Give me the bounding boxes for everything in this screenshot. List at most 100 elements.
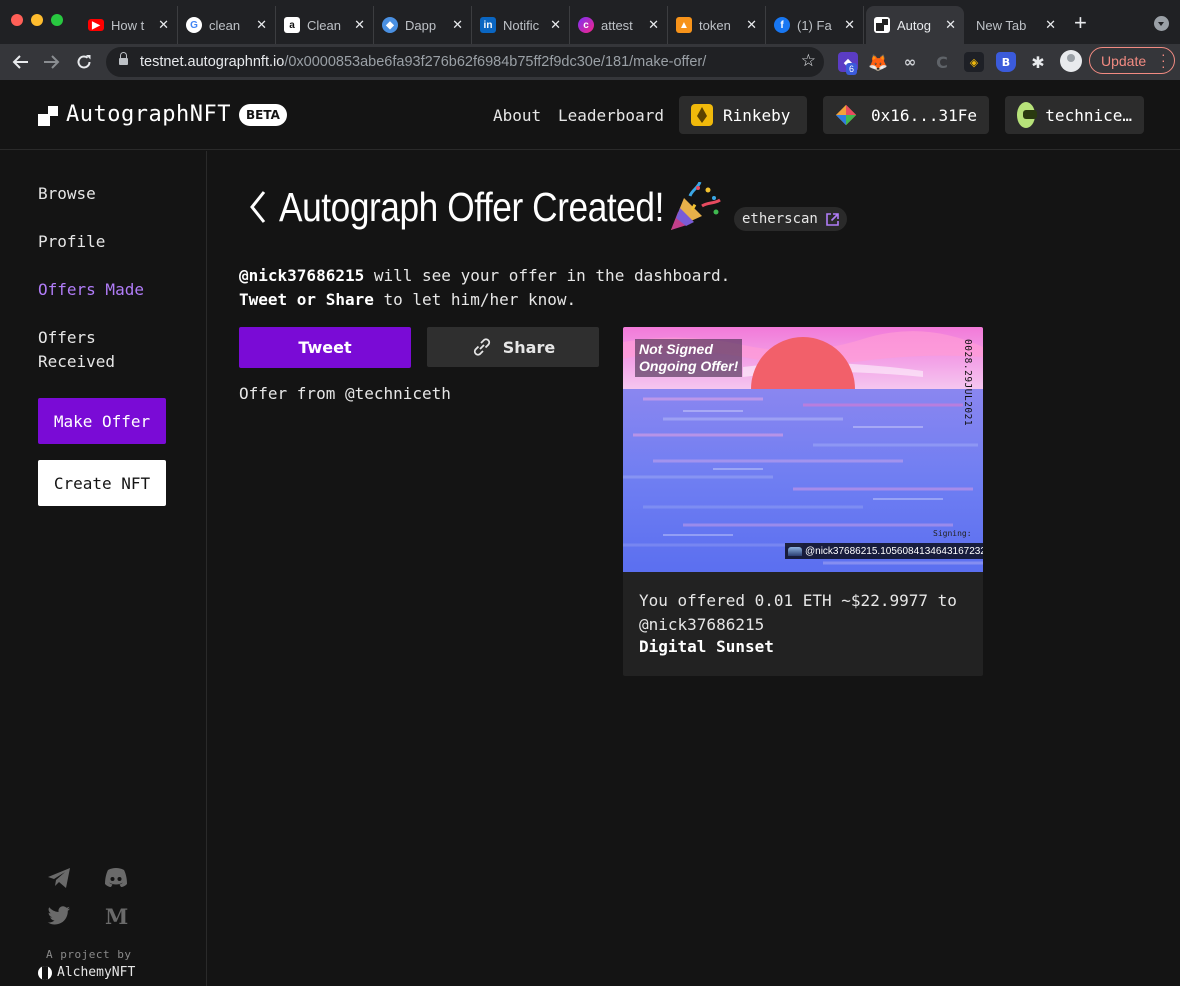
tab-search-button[interactable]	[1154, 16, 1169, 31]
binance-extension-icon[interactable]: ◈	[964, 52, 984, 72]
new-tab-button[interactable]: +	[1074, 12, 1087, 34]
share-button[interactable]: Share	[427, 327, 599, 367]
nft-id-label: 0028.29JUL2021	[962, 339, 973, 427]
nft-title: Digital Sunset	[639, 637, 774, 656]
create-nft-button[interactable]: Create NFT	[38, 460, 166, 506]
browser-update-button[interactable]: Update · · ·	[1089, 47, 1175, 74]
facebook-icon: f	[774, 17, 790, 33]
dapp-icon: ◆	[382, 17, 398, 33]
etherscan-link[interactable]: etherscan	[734, 207, 847, 231]
zoom-window-button[interactable]	[51, 14, 63, 26]
close-tab-icon[interactable]: ✕	[1045, 17, 1056, 33]
offer-created-message: @nick37686215 will see your offer in the…	[239, 266, 731, 285]
signing-label: Signing:	[933, 529, 972, 538]
browser-tab[interactable]: a Clean ✕	[276, 6, 374, 44]
nav-about[interactable]: About	[493, 106, 541, 125]
offer-from-text: Offer from @techniceth	[239, 384, 451, 403]
wallet-button[interactable]: 0x16...31Fe	[823, 96, 989, 134]
extension-count-badge: 6	[846, 63, 858, 75]
address-bar[interactable]: testnet.autographnft.io/0x0000853abe6fa9…	[106, 47, 824, 77]
close-window-button[interactable]	[11, 14, 23, 26]
mini-thumbnail-icon	[788, 546, 802, 556]
telegram-icon[interactable]	[46, 865, 72, 891]
youtube-icon: ▶	[88, 19, 104, 31]
offer-status-badge: Not Signed Ongoing Offer!	[635, 339, 743, 377]
nft-offer-card[interactable]: Not Signed Ongoing Offer! 0028.29JUL2021…	[623, 327, 983, 676]
linkedin-icon: in	[480, 17, 496, 33]
external-link-icon	[826, 212, 839, 226]
logo-text[interactable]: AutographNFT	[66, 102, 231, 127]
browser-toolbar: testnet.autographnft.io/0x0000853abe6fa9…	[0, 44, 1180, 80]
sidebar-item-profile[interactable]: Profile	[38, 230, 105, 254]
recipient-handle: @nick37686215	[239, 266, 365, 285]
profile-avatar-icon[interactable]	[1060, 50, 1082, 72]
lock-icon	[119, 52, 128, 67]
app-header: AutographNFT BETA About Leaderboard Rink…	[0, 80, 1180, 150]
sidebar-item-offers-received[interactable]: Offers Received	[38, 326, 115, 374]
reload-icon	[77, 55, 91, 69]
user-menu-button[interactable]: technice…	[1005, 96, 1144, 134]
ethereum-icon	[691, 104, 713, 126]
close-tab-icon[interactable]: ✕	[354, 17, 365, 33]
more-vert-icon: · · ·	[1161, 46, 1166, 74]
browser-tabstrip: ▶ How t ✕ G clean ✕ a Clean ✕ ◆ Dapp ✕ in No…	[0, 0, 1180, 44]
link-extension-icon[interactable]: ∞	[900, 52, 920, 72]
close-tab-icon[interactable]: ✕	[945, 17, 956, 33]
google-icon: G	[186, 17, 202, 33]
back-chevron-icon[interactable]	[249, 190, 267, 224]
beta-badge: BETA	[239, 104, 287, 126]
minimize-window-button[interactable]	[31, 14, 43, 26]
forward-button[interactable]	[40, 50, 64, 74]
shield-extension-icon[interactable]: B	[996, 52, 1016, 72]
offer-summary: You offered 0.01 ETH ~$22.9977 to @nick3…	[639, 591, 957, 634]
network-button[interactable]: Rinkeby	[679, 96, 807, 134]
browser-tab[interactable]: in Notific ✕	[472, 6, 570, 44]
close-tab-icon[interactable]: ✕	[452, 17, 463, 33]
browser-tab[interactable]: c attest ✕	[570, 6, 668, 44]
browser-tab[interactable]: ▲ token ✕	[668, 6, 766, 44]
bookmark-star-icon[interactable]: ☆	[801, 51, 816, 71]
browser-tab[interactable]: G clean ✕	[178, 6, 276, 44]
close-tab-icon[interactable]: ✕	[746, 17, 757, 33]
close-tab-icon[interactable]: ✕	[844, 17, 855, 33]
close-tab-icon[interactable]: ✕	[648, 17, 659, 33]
party-popper-icon	[668, 181, 722, 232]
back-button[interactable]	[8, 50, 32, 74]
wallet-avatar-icon	[835, 104, 857, 126]
sidebar-item-browse[interactable]: Browse	[38, 182, 96, 206]
metamask-icon[interactable]: 🦊	[868, 52, 888, 72]
share-prompt: Tweet or Share to let him/her know.	[239, 290, 577, 309]
browser-tab[interactable]: ▶ How t ✕	[80, 6, 178, 44]
attest-icon: c	[578, 17, 594, 33]
amazon-icon: a	[284, 17, 300, 33]
close-tab-icon[interactable]: ✕	[256, 17, 267, 33]
arrow-left-icon	[12, 55, 28, 69]
close-tab-icon[interactable]: ✕	[550, 17, 561, 33]
user-avatar-icon	[1017, 102, 1038, 128]
alchemy-logo-icon	[38, 965, 52, 980]
puzzle-extensions-icon[interactable]: ✱	[1028, 52, 1048, 72]
twitter-icon[interactable]	[46, 903, 72, 929]
svg-text:M: M	[105, 906, 128, 926]
browser-tab-active[interactable]: Autog ✕	[866, 6, 964, 44]
reload-button[interactable]	[72, 50, 96, 74]
sidebar-item-offers-made[interactable]: Offers Made	[38, 278, 144, 302]
page-title: Autograph Offer Created!	[279, 184, 664, 230]
project-by-label: A project by	[46, 948, 132, 961]
close-tab-icon[interactable]: ✕	[158, 17, 169, 33]
tweet-button[interactable]: Tweet	[239, 327, 411, 368]
arrow-right-icon	[44, 55, 60, 69]
autograph-icon	[874, 17, 890, 33]
medium-icon[interactable]: M	[103, 903, 129, 929]
signing-tag: @nick37686215.1056084134643167232	[785, 543, 983, 559]
discord-icon[interactable]	[103, 865, 129, 891]
browser-tab[interactable]: New Tab ✕	[966, 6, 1064, 44]
nav-leaderboard[interactable]: Leaderboard	[558, 106, 664, 125]
token-icon: ▲	[676, 17, 692, 33]
autograph-logo-icon[interactable]	[38, 106, 58, 126]
cardano-extension-icon[interactable]: C	[932, 52, 952, 72]
browser-tab[interactable]: ◆ Dapp ✕	[374, 6, 472, 44]
make-offer-button[interactable]: Make Offer	[38, 398, 166, 444]
browser-tab[interactable]: f (1) Fa ✕	[766, 6, 864, 44]
alchemy-link[interactable]: AlchemyNFT	[38, 965, 135, 980]
